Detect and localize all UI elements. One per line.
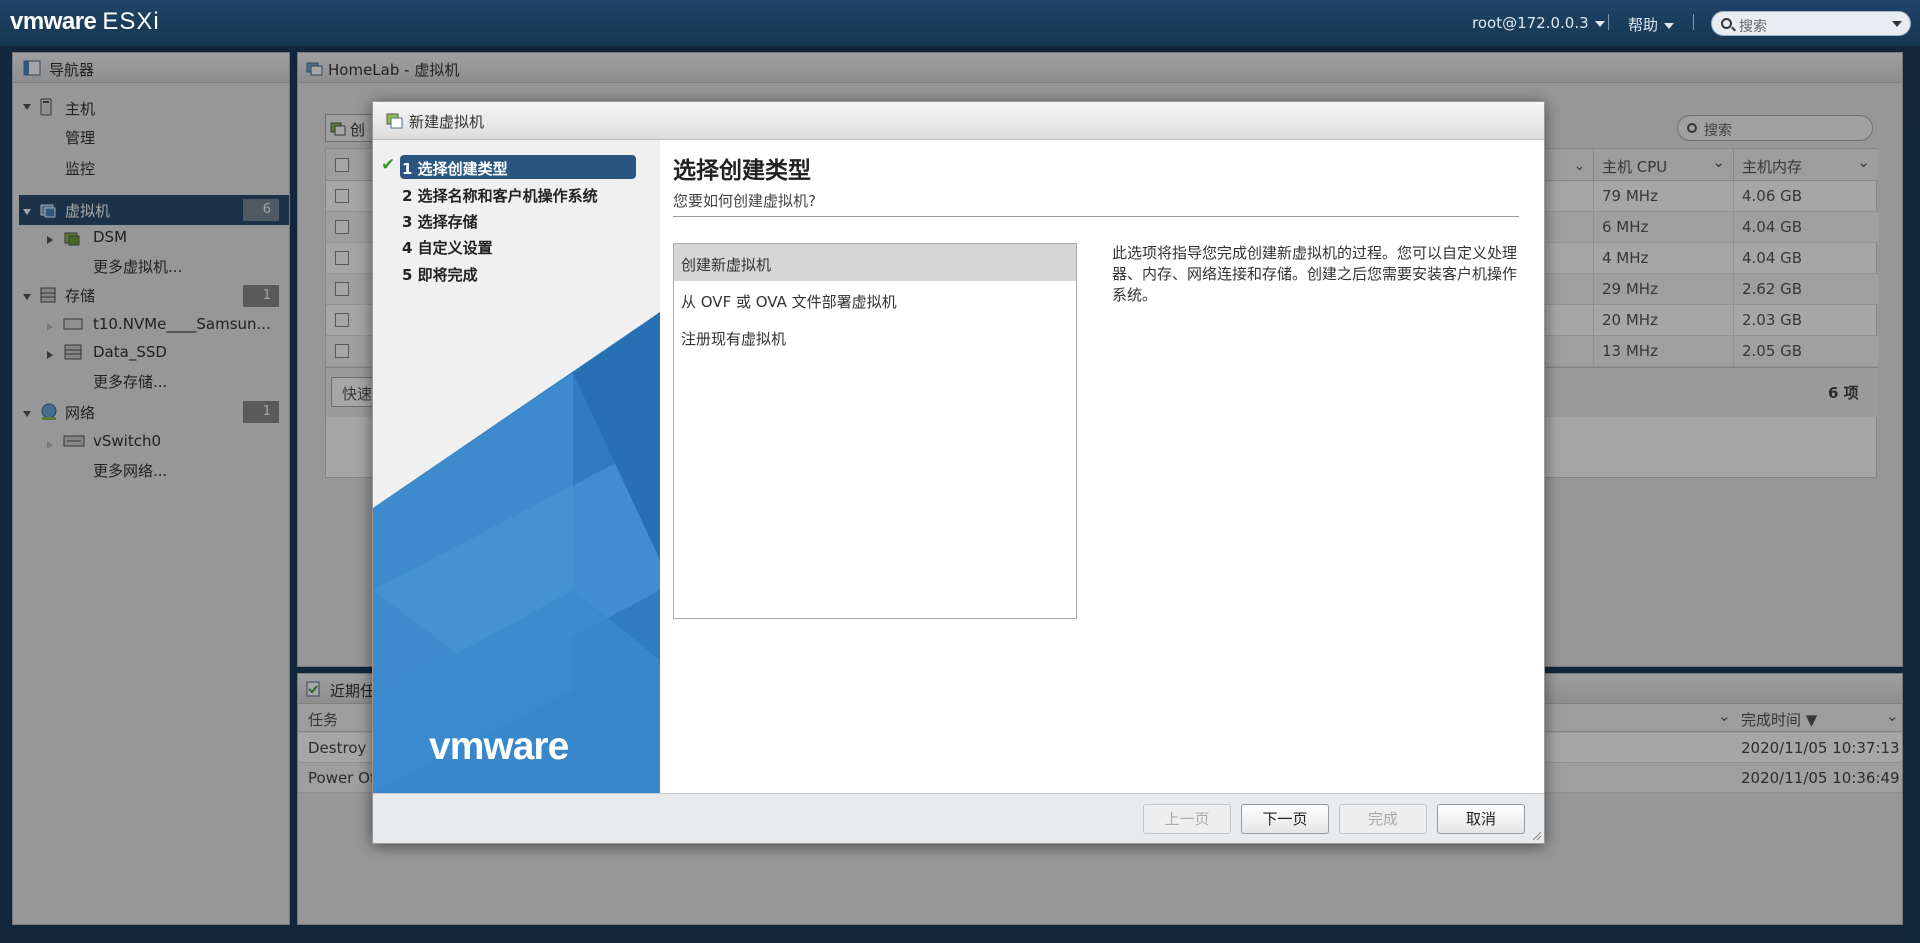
top-bar: vmware ESXi root@172.0.0.3 帮助 搜索 <box>0 0 1920 46</box>
user-menu[interactable]: root@172.0.0.3 <box>1472 14 1605 32</box>
dialog-title-bar: 新建虚拟机 <box>373 102 1544 140</box>
dialog-content: 选择创建类型 您要如何创建虚拟机? 创建新虚拟机 从 OVF 或 OVA 文件部… <box>660 140 1544 793</box>
wizard-steps-sidebar: ✔ 1 选择创建类型 2 选择名称和客户机操作系统 3 选择存储 4 自定义设置… <box>373 140 660 793</box>
option-description: 此选项将指导您完成创建新虚拟机的过程。您可以自定义处理器、内存、网络连接和存储。… <box>1112 244 1518 304</box>
wizard-step-5[interactable]: 5 即将完成 <box>402 264 478 285</box>
separator <box>1608 14 1609 30</box>
option-deploy-ovf-ova[interactable]: 从 OVF 或 OVA 文件部署虚拟机 <box>674 281 1076 318</box>
divider <box>673 216 1519 217</box>
search-icon <box>1721 18 1732 29</box>
option-create-new-vm[interactable]: 创建新虚拟机 <box>674 244 1076 281</box>
cancel-button[interactable]: 取消 <box>1437 804 1525 834</box>
check-icon: ✔ <box>381 155 396 175</box>
vmware-esxi-logo: vmware ESXi <box>10 8 160 35</box>
back-button[interactable]: 上一页 <box>1143 804 1231 834</box>
chevron-down-icon <box>1664 22 1675 29</box>
page-subtitle: 您要如何创建虚拟机? <box>673 192 816 210</box>
separator <box>1693 14 1694 30</box>
creation-type-list: 创建新虚拟机 从 OVF 或 OVA 文件部署虚拟机 注册现有虚拟机 <box>673 243 1077 619</box>
next-button[interactable]: 下一页 <box>1241 804 1329 834</box>
option-register-existing-vm[interactable]: 注册现有虚拟机 <box>674 318 1076 355</box>
vmware-logo: vmware <box>429 725 569 768</box>
wizard-step-2[interactable]: 2 选择名称和客户机操作系统 <box>402 185 598 206</box>
finish-button[interactable]: 完成 <box>1339 804 1427 834</box>
chevron-down-icon <box>1594 20 1605 27</box>
chevron-down-icon[interactable] <box>1892 21 1902 27</box>
new-vm-dialog: 新建虚拟机 ✔ 1 选择创建类型 2 选择名称和客户机操作系统 3 选择存储 4… <box>372 101 1545 844</box>
new-vm-icon <box>386 113 403 129</box>
dialog-title: 新建虚拟机 <box>409 113 485 131</box>
page-title: 选择创建类型 <box>673 158 811 184</box>
help-menu[interactable]: 帮助 <box>1628 14 1675 35</box>
top-search-input[interactable]: 搜索 <box>1711 11 1911 36</box>
resize-handle-icon[interactable] <box>1532 831 1542 841</box>
wizard-step-3[interactable]: 3 选择存储 <box>402 211 478 232</box>
dialog-footer: 上一页 下一页 完成 取消 <box>373 793 1544 843</box>
wizard-step-4[interactable]: 4 自定义设置 <box>402 237 493 258</box>
wizard-step-1[interactable]: 1 选择创建类型 <box>402 158 508 179</box>
